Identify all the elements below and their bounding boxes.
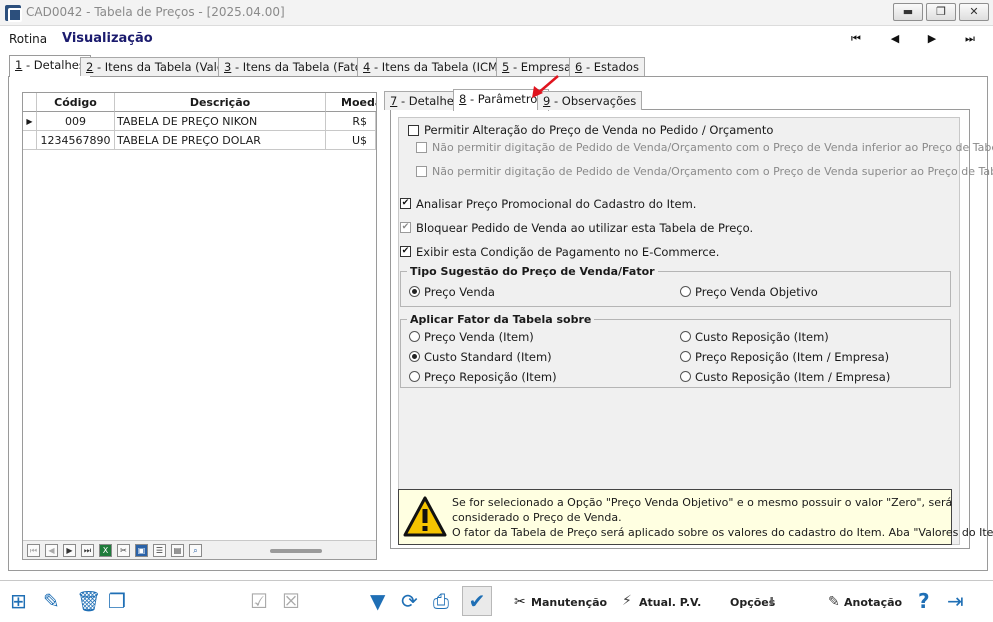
- arrow-down-icon: ⬇: [767, 595, 777, 608]
- grid-print-icon[interactable]: ▤: [171, 544, 184, 557]
- manutencao-button[interactable]: Manutenção: [531, 596, 607, 609]
- analisar-promocional-label: Analisar Preço Promocional do Cadastro d…: [416, 197, 697, 211]
- radio-custo-reposicao-item-empresa[interactable]: [680, 371, 691, 382]
- aplicar-fator-title: Aplicar Fator da Tabela sobre: [407, 313, 595, 326]
- horizontal-scrollbar-thumb[interactable]: [270, 549, 322, 553]
- radio-preco-venda-label: Preço Venda: [424, 285, 495, 299]
- tipo-sugestao-title: Tipo Sugestão do Preço de Venda/Fator: [407, 265, 658, 278]
- tab-itens-icms[interactable]: 4 - Itens da Tabela (ICMS): [357, 57, 516, 76]
- add-icon[interactable]: ⊞: [10, 590, 27, 612]
- exibir-ecommerce-label: Exibir esta Condição de Pagamento no E-C…: [416, 245, 720, 259]
- atual-pv-button[interactable]: Atual. P.V.: [639, 596, 701, 609]
- cell-moeda[interactable]: R$: [326, 112, 376, 131]
- next-record-button[interactable]: ▶: [919, 30, 945, 48]
- help-icon[interactable]: ?: [918, 590, 930, 612]
- delete-icon[interactable]: 🗑: [76, 590, 101, 612]
- close-button[interactable]: ✕: [959, 3, 989, 21]
- radio-preco-reposicao-item-empresa-label: Preço Reposição (Item / Empresa): [695, 350, 890, 364]
- tab-itens-valor[interactable]: 2 - Itens da Tabela (Valor): [80, 57, 240, 76]
- red-arrow-annotation: [532, 75, 559, 98]
- tools-icon[interactable]: ✂: [117, 544, 130, 557]
- bloquear-pedido-label: Bloquear Pedido de Venda ao utilizar est…: [416, 221, 754, 235]
- warning-icon: [403, 496, 447, 537]
- confirm-button[interactable]: ✔: [462, 586, 492, 616]
- first-record-button[interactable]: ⏮: [843, 30, 869, 48]
- column-header-descricao[interactable]: Descrição: [115, 93, 326, 112]
- grid-prev-icon[interactable]: ◀: [45, 544, 58, 557]
- grid-next-icon[interactable]: ▶: [63, 544, 76, 557]
- exibir-ecommerce-checkbox[interactable]: ✔: [400, 246, 411, 257]
- exit-icon[interactable]: ⇥: [947, 590, 964, 612]
- radio-preco-venda-objetivo-label: Preço Venda Objetivo: [695, 285, 818, 299]
- row-indicator-header: [23, 93, 37, 112]
- current-row-marker: ▶: [23, 112, 37, 131]
- bloquear-pedido-checkbox[interactable]: ✔: [400, 222, 411, 233]
- pencil-icon: ✎: [828, 594, 840, 610]
- radio-custo-reposicao-item-empresa-label: Custo Reposição (Item / Empresa): [695, 370, 891, 384]
- app-icon: [5, 5, 22, 22]
- refresh-icon[interactable]: ⟳: [401, 590, 418, 612]
- radio-custo-reposicao-item[interactable]: [680, 331, 691, 342]
- permitir-alteracao-checkbox[interactable]: [408, 125, 419, 136]
- mode-label: Visualização: [62, 31, 153, 46]
- nao-permitir-superior-label: Não permitir digitação de Pedido de Vend…: [432, 165, 993, 178]
- grid-first-icon[interactable]: ⏮: [27, 544, 40, 557]
- cancel-icon[interactable]: ☒: [282, 590, 300, 612]
- radio-preco-reposicao-item[interactable]: [409, 371, 420, 382]
- nao-permitir-inferior-checkbox[interactable]: [416, 142, 427, 153]
- warning-text-line: Se for selecionado a Opção "Preço Venda …: [452, 496, 953, 509]
- cell-codigo[interactable]: 009: [37, 112, 115, 131]
- tab-detalhes[interactable]: 1 - Detalhes: [9, 55, 91, 77]
- radio-custo-standard-item[interactable]: [409, 351, 420, 362]
- column-header-moeda[interactable]: Moeda: [326, 93, 376, 112]
- print-icon[interactable]: ⎙: [433, 590, 449, 612]
- warning-text-line: considerado o Preço de Venda.: [452, 511, 622, 524]
- nao-permitir-inferior-label: Não permitir digitação de Pedido de Vend…: [432, 141, 993, 154]
- warning-box: Se for selecionado a Opção "Preço Venda …: [398, 489, 993, 545]
- save-icon[interactable]: ☑: [250, 590, 268, 612]
- radio-custo-standard-item-label: Custo Standard (Item): [424, 350, 552, 364]
- last-record-button[interactable]: ⏭: [957, 30, 983, 48]
- save-layout-icon[interactable]: ▣: [135, 544, 148, 557]
- column-header-codigo[interactable]: Código: [37, 93, 115, 112]
- nao-permitir-superior-checkbox[interactable]: [416, 166, 427, 177]
- window-title: CAD0042 - Tabela de Preços - [2025.04.00…: [26, 5, 285, 19]
- cell-codigo[interactable]: 1234567890: [37, 131, 115, 150]
- copy-icon[interactable]: ❐: [108, 590, 126, 612]
- wrench-icon: ✂: [514, 594, 526, 610]
- cell-moeda[interactable]: U$: [326, 131, 376, 150]
- edit-icon[interactable]: ✎: [43, 590, 60, 612]
- grid-config-icon[interactable]: ☰: [153, 544, 166, 557]
- maximize-button[interactable]: ❐: [926, 3, 956, 21]
- row-indicator: [23, 131, 37, 150]
- filter-icon[interactable]: ▼: [370, 590, 385, 612]
- radio-preco-venda-item[interactable]: [409, 331, 420, 342]
- grid-toolbar: ⏮ ◀ ▶ ⏭ X ✂ ▣ ☰ ▤ ⌕: [23, 540, 376, 559]
- tab-itens-fator[interactable]: 3 - Itens da Tabela (Fator): [218, 57, 377, 76]
- grid-last-icon[interactable]: ⏭: [81, 544, 94, 557]
- lightning-icon: ⚡: [622, 593, 632, 609]
- analisar-promocional-checkbox[interactable]: ✔: [400, 198, 411, 209]
- excel-export-icon[interactable]: X: [99, 544, 112, 557]
- tab-estados[interactable]: 6 - Estados: [569, 57, 645, 76]
- radio-preco-reposicao-item-label: Preço Reposição (Item): [424, 370, 557, 384]
- radio-preco-reposicao-item-empresa[interactable]: [680, 351, 691, 362]
- cell-descricao[interactable]: TABELA DE PREÇO DOLAR: [115, 131, 326, 150]
- menu-rotina[interactable]: Rotina: [9, 32, 47, 46]
- radio-preco-venda[interactable]: [409, 286, 420, 297]
- prev-record-button[interactable]: ◀: [882, 30, 908, 48]
- price-table-grid: Código Descrição Moeda ▶ 009 TABELA DE P…: [22, 92, 377, 560]
- radio-preco-venda-objetivo[interactable]: [680, 286, 691, 297]
- anotacao-button[interactable]: Anotação: [844, 596, 902, 609]
- cell-descricao[interactable]: TABELA DE PREÇO NIKON: [115, 112, 326, 131]
- minimize-button[interactable]: ▬: [893, 3, 923, 21]
- permitir-alteracao-label: Permitir Alteração do Preço de Venda no …: [424, 123, 774, 137]
- radio-preco-venda-item-label: Preço Venda (Item): [424, 330, 534, 344]
- grid-search-icon[interactable]: ⌕: [189, 544, 202, 557]
- radio-custo-reposicao-item-label: Custo Reposição (Item): [695, 330, 829, 344]
- warning-text-line: O fator da Tabela de Preço será aplicado…: [452, 526, 993, 539]
